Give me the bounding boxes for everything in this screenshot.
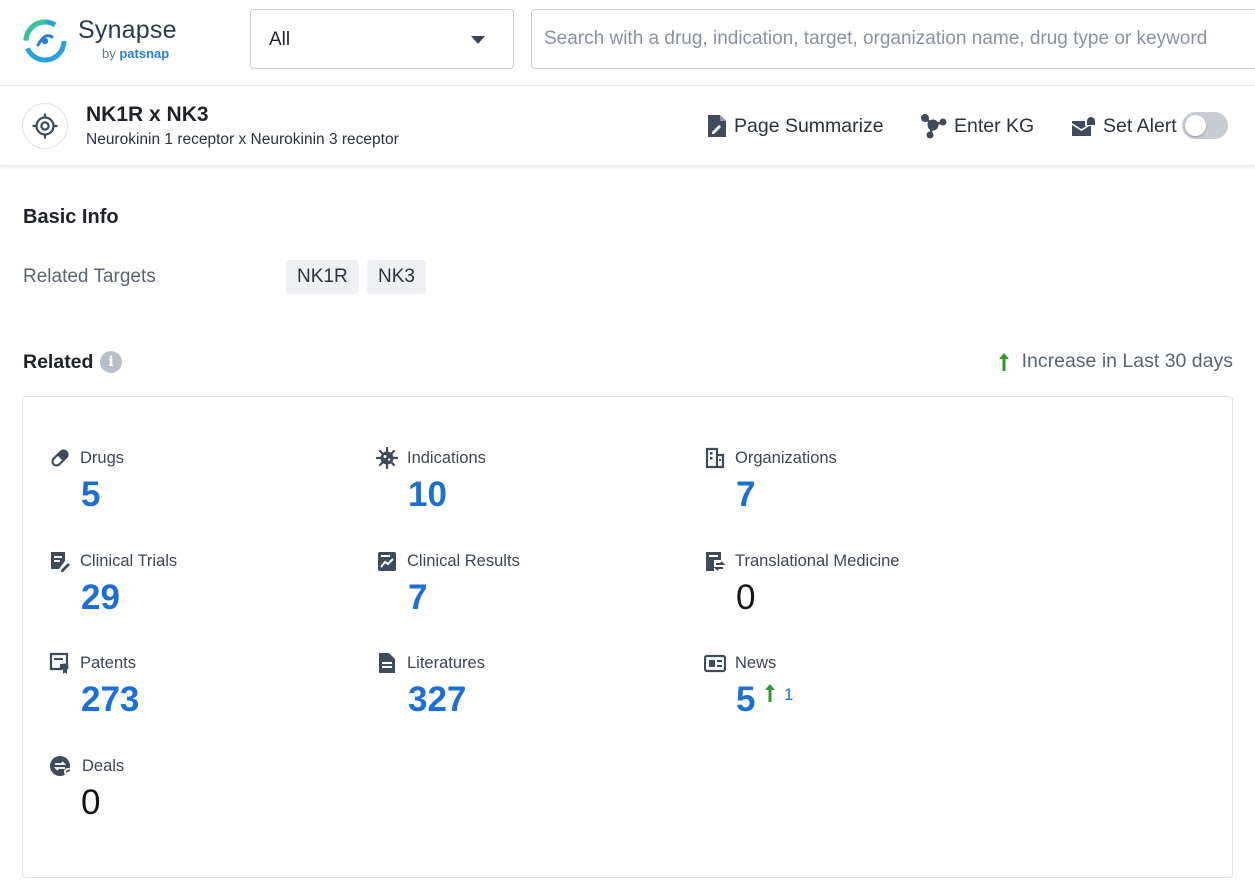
stat-indications[interactable]: Indications 10 <box>376 447 676 537</box>
stat-indications-value[interactable]: 10 <box>408 475 447 515</box>
page-summarize-button[interactable]: Page Summarize <box>706 112 884 140</box>
pill-icon <box>49 447 71 469</box>
synapse-logo-icon <box>22 18 68 64</box>
top-navigation-bar: Synapse by patsnap All <box>0 0 1255 86</box>
crosshair-target-icon <box>32 113 58 139</box>
stat-patents-label: Patents <box>80 654 136 673</box>
stat-translational-medicine-value: 0 <box>736 578 755 618</box>
stat-indications-label: Indications <box>407 449 486 468</box>
related-target-tag-nk1r[interactable]: NK1R <box>286 260 359 294</box>
stat-organizations-label: Organizations <box>735 449 837 468</box>
stat-news-value[interactable]: 5 <box>736 680 755 720</box>
target-entity-badge <box>22 103 68 149</box>
search-box[interactable] <box>531 9 1255 69</box>
stat-drugs[interactable]: Drugs 5 <box>49 447 349 537</box>
stat-clinical-trials-header: Clinical Trials <box>49 550 177 572</box>
basic-info-heading: Basic Info <box>23 206 119 229</box>
stat-organizations-header: Organizations <box>704 447 837 469</box>
stat-news-header: News <box>704 652 776 674</box>
enter-kg-label: Enter KG <box>954 115 1034 138</box>
stat-clinical-trials-value[interactable]: 29 <box>81 578 120 618</box>
stat-deals-value: 0 <box>81 783 100 823</box>
stat-news-increase-value: 1 <box>784 685 793 705</box>
info-icon[interactable]: i <box>100 351 122 373</box>
building-icon <box>704 447 726 469</box>
page-title: NK1R x NK3 <box>86 103 209 127</box>
stat-news-increase[interactable]: 1 <box>764 683 793 705</box>
stat-clinical-trials-label: Clinical Trials <box>80 552 177 571</box>
stat-clinical-results[interactable]: Clinical Results 7 <box>376 550 676 640</box>
set-alert-toggle[interactable] <box>1182 112 1228 139</box>
transfer-doc-icon <box>704 550 726 572</box>
search-scope-value: All <box>269 29 290 51</box>
stat-clinical-results-header: Clinical Results <box>376 550 520 572</box>
arrow-up-icon <box>764 683 776 703</box>
entity-header: NK1R x NK3 Neurokinin 1 receptor x Neuro… <box>0 86 1255 166</box>
document-icon <box>376 652 398 674</box>
stat-translational-medicine-label: Translational Medicine <box>735 552 899 571</box>
brand-byline: by patsnap <box>102 46 169 61</box>
stat-patents-value[interactable]: 273 <box>81 680 139 720</box>
handshake-icon <box>49 755 73 777</box>
page-subtitle: Neurokinin 1 receptor x Neurokinin 3 rec… <box>86 131 399 149</box>
search-input[interactable] <box>544 24 1255 54</box>
stat-clinical-trials[interactable]: Clinical Trials 29 <box>49 550 349 640</box>
alert-mail-icon <box>1071 115 1097 137</box>
stat-patents[interactable]: Patents 273 <box>49 652 349 742</box>
stat-literatures[interactable]: Literatures 327 <box>376 652 676 742</box>
increase-legend-label: Increase in Last 30 days <box>1022 350 1233 373</box>
clipboard-edit-icon <box>49 550 71 572</box>
set-alert-button[interactable]: Set Alert <box>1071 112 1177 140</box>
caret-down-icon <box>471 36 485 44</box>
stat-drugs-value[interactable]: 5 <box>81 475 100 515</box>
page-summarize-label: Page Summarize <box>734 115 884 138</box>
stat-drugs-label: Drugs <box>80 449 124 468</box>
stat-translational-medicine[interactable]: Translational Medicine 0 <box>704 550 1004 640</box>
stat-clinical-results-value[interactable]: 7 <box>408 578 427 618</box>
toggle-knob <box>1185 115 1206 136</box>
certificate-icon <box>49 652 71 674</box>
newspaper-icon <box>704 652 726 674</box>
brand-by-prefix: by <box>102 46 116 61</box>
summarize-doc-icon <box>706 114 728 138</box>
stat-deals-header: Deals <box>49 755 124 777</box>
chart-report-icon <box>376 550 398 572</box>
stat-deals[interactable]: Deals 0 <box>49 755 349 845</box>
stat-clinical-results-label: Clinical Results <box>407 552 520 571</box>
related-heading: Related <box>23 351 93 374</box>
stat-literatures-header: Literatures <box>376 652 485 674</box>
virus-icon <box>376 447 398 469</box>
related-target-tag-nk3[interactable]: NK3 <box>367 260 426 294</box>
stat-news-label: News <box>735 654 776 673</box>
stat-literatures-value[interactable]: 327 <box>408 680 466 720</box>
stat-literatures-label: Literatures <box>407 654 485 673</box>
stat-patents-header: Patents <box>49 652 136 674</box>
stat-news[interactable]: News 5 1 <box>704 652 1004 742</box>
related-targets-label: Related Targets <box>23 266 156 288</box>
related-stats-panel: Drugs 5 Indications 10 O <box>22 396 1233 878</box>
stat-organizations-value[interactable]: 7 <box>736 475 755 515</box>
enter-kg-button[interactable]: Enter KG <box>920 112 1034 140</box>
stat-organizations[interactable]: Organizations 7 <box>704 447 1004 537</box>
arrow-up-icon <box>998 352 1010 372</box>
stat-translational-medicine-header: Translational Medicine <box>704 550 899 572</box>
brand-name: Synapse <box>78 16 177 45</box>
set-alert-label: Set Alert <box>1103 115 1177 138</box>
increase-legend: Increase in Last 30 days <box>998 350 1233 373</box>
brand-by-name: patsnap <box>119 46 169 61</box>
stat-deals-label: Deals <box>82 757 124 776</box>
synapse-logo[interactable]: Synapse by patsnap <box>22 16 182 66</box>
stat-indications-header: Indications <box>376 447 486 469</box>
stat-drugs-header: Drugs <box>49 447 124 469</box>
knowledge-graph-icon <box>920 113 948 139</box>
search-scope-dropdown[interactable]: All <box>250 9 514 69</box>
